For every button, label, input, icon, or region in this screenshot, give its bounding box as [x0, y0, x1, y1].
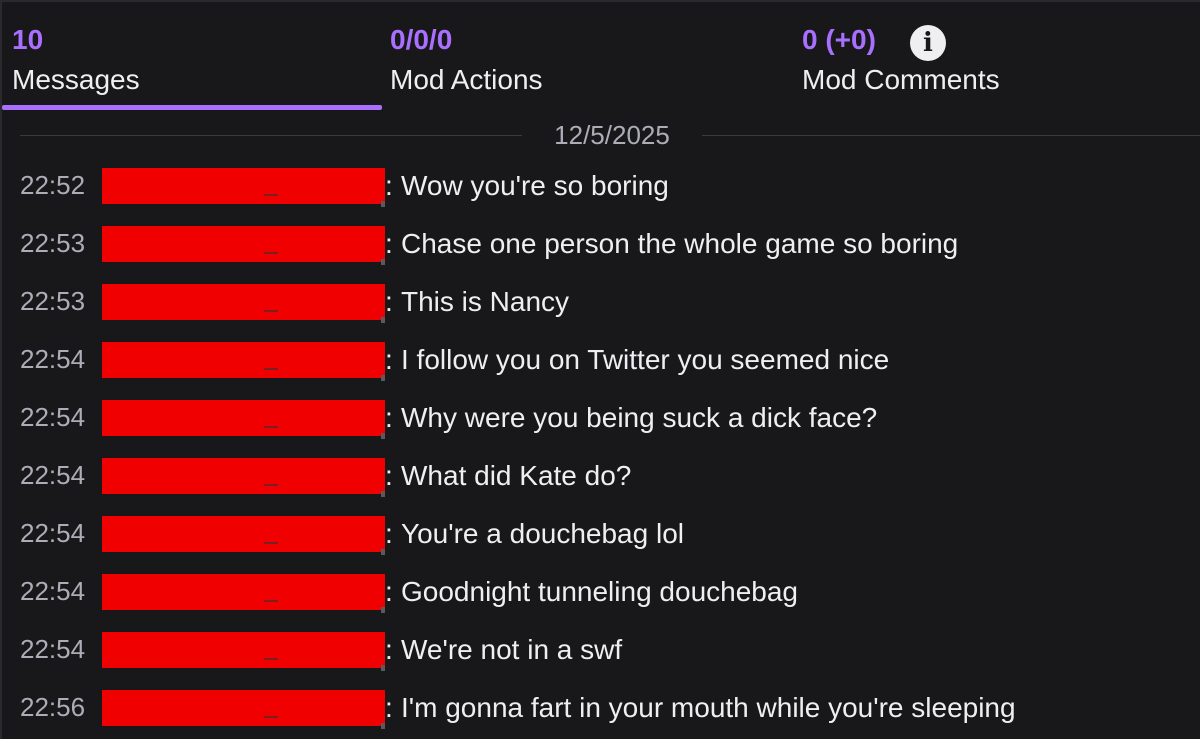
username-underscore-fragment [264, 194, 278, 196]
username-underscore-fragment [264, 426, 278, 428]
chat-message: 22:54 : We're not in a swf [2, 622, 1200, 680]
message-separator: : [385, 344, 393, 375]
tab-messages[interactable]: 10 Messages [2, 2, 382, 112]
message-timestamp: 22:56 [20, 692, 86, 722]
mod-comments-count: 0 (+0) [802, 24, 876, 55]
history-tabs: 10 Messages 0/0/0 Mod Actions 0 (+0) i M… [2, 2, 1200, 112]
message-timestamp: 22:54 [20, 460, 86, 490]
chat-message: 22:54 : What did Kate do? [2, 448, 1200, 506]
info-icon[interactable]: i [910, 25, 946, 61]
message-separator: : [385, 286, 393, 317]
message-separator: : [385, 634, 393, 665]
date-label: 12/5/2025 [554, 120, 670, 150]
tab-mod-actions[interactable]: 0/0/0 Mod Actions [390, 2, 790, 112]
message-text: Chase one person the whole game so borin… [401, 228, 959, 259]
divider [702, 135, 1200, 136]
tab-mod-comments[interactable]: 0 (+0) i Mod Comments [802, 2, 1200, 112]
message-timestamp: 22:53 [20, 228, 86, 258]
messages-tab-label: Messages [12, 64, 140, 95]
username-underscore-fragment [264, 368, 278, 370]
redacted-username [102, 516, 385, 555]
message-timestamp: 22:52 [20, 170, 86, 200]
messages-count: 10 [12, 24, 44, 55]
chat-message: 22:54 : Goodnight tunneling douchebag [2, 564, 1200, 622]
mod-actions-tab-label: Mod Actions [390, 64, 543, 95]
message-separator: : [385, 402, 393, 433]
message-separator: : [385, 228, 393, 259]
redacted-username [102, 400, 385, 439]
redacted-username [102, 342, 385, 381]
username-underscore-fragment [264, 542, 278, 544]
active-tab-indicator [2, 105, 382, 110]
message-text: Goodnight tunneling douchebag [401, 576, 799, 607]
message-text: Why were you being suck a dick face? [401, 402, 878, 433]
username-underscore-fragment [264, 310, 278, 312]
mod-actions-count: 0/0/0 [390, 24, 453, 55]
message-timestamp: 22:54 [20, 576, 86, 606]
redacted-username [102, 284, 385, 323]
date-separator: 12/5/2025 [20, 117, 1200, 157]
mod-comments-tab-label: Mod Comments [802, 64, 1000, 95]
message-timestamp: 22:54 [20, 634, 86, 664]
redacted-username [102, 458, 385, 497]
chat-message: 22:54 : Why were you being suck a dick f… [2, 390, 1200, 448]
message-text: I'm gonna fart in your mouth while you'r… [401, 692, 1016, 723]
chat-message: 22:56 : I'm gonna fart in your mouth whi… [2, 680, 1200, 738]
message-text: Wow you're so boring [401, 170, 669, 201]
message-separator: : [385, 692, 393, 723]
user-card-history-panel: 10 Messages 0/0/0 Mod Actions 0 (+0) i M… [0, 0, 1200, 739]
redacted-username [102, 632, 385, 671]
redacted-username [102, 690, 385, 729]
message-timestamp: 22:54 [20, 518, 86, 548]
message-timestamp: 22:54 [20, 344, 86, 374]
redacted-username [102, 168, 385, 207]
chat-message: 22:53 : This is Nancy [2, 274, 1200, 332]
chat-message: 22:52 : Wow you're so boring [2, 158, 1200, 216]
message-text: We're not in a swf [401, 634, 623, 665]
chat-message: 22:54 : You're a douchebag lol [2, 506, 1200, 564]
redacted-username [102, 226, 385, 265]
username-underscore-fragment [264, 716, 278, 718]
message-timestamp: 22:54 [20, 402, 86, 432]
divider [20, 135, 522, 136]
redacted-username [102, 574, 385, 613]
username-underscore-fragment [264, 252, 278, 254]
chat-message: 22:54 : I follow you on Twitter you seem… [2, 332, 1200, 390]
message-timestamp: 22:53 [20, 286, 86, 316]
message-separator: : [385, 460, 393, 491]
message-text: This is Nancy [401, 286, 570, 317]
message-text: What did Kate do? [401, 460, 632, 491]
message-text: You're a douchebag lol [401, 518, 684, 549]
username-underscore-fragment [264, 658, 278, 660]
chat-message: 22:53 : Chase one person the whole game … [2, 216, 1200, 274]
message-separator: : [385, 518, 393, 549]
username-underscore-fragment [264, 600, 278, 602]
message-separator: : [385, 170, 393, 201]
message-separator: : [385, 576, 393, 607]
username-underscore-fragment [264, 484, 278, 486]
message-text: I follow you on Twitter you seemed nice [401, 344, 890, 375]
